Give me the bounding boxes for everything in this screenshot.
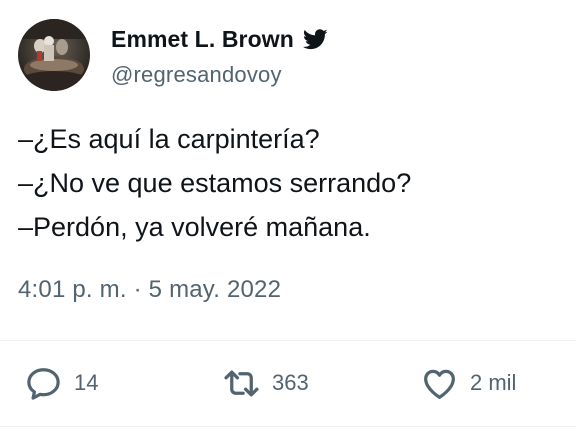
display-name-row: Emmet L. Brown	[111, 22, 328, 56]
tweet-text-line: –¿Es aquí la carpintería?	[18, 124, 320, 154]
display-name[interactable]: Emmet L. Brown	[111, 26, 294, 53]
reply-count: 14	[74, 370, 99, 395]
tweet-timestamp[interactable]: 4:01 p. m. · 5 may. 2022	[18, 276, 281, 304]
twitter-bird-icon	[302, 28, 328, 50]
reply-button[interactable]: 14	[24, 357, 98, 409]
tweet-card: Emmet L. Brown @regresandovoy –¿Es aquí …	[0, 0, 576, 429]
like-button[interactable]: 2 mil	[420, 357, 516, 409]
avatar-image	[18, 19, 90, 91]
retweet-icon	[222, 364, 261, 403]
author-names: Emmet L. Brown @regresandovoy	[111, 22, 328, 88]
avatar[interactable]	[18, 19, 90, 91]
tweet-text-line: –Perdón, ya volveré mañana.	[18, 212, 371, 242]
retweet-count: 363	[272, 370, 309, 395]
reply-icon	[24, 364, 63, 403]
tweet-header: Emmet L. Brown @regresandovoy	[18, 19, 328, 91]
tweet-text: –¿Es aquí la carpintería? –¿No ve que es…	[18, 117, 558, 249]
tweet-text-line: –¿No ve que estamos serrando?	[18, 168, 412, 198]
divider	[0, 340, 576, 341]
like-count: 2 mil	[470, 370, 517, 395]
divider	[0, 426, 576, 427]
tweet-actions-bar: 14 363 2 mil	[0, 357, 576, 409]
heart-icon	[420, 364, 459, 403]
username-handle[interactable]: @regresandovoy	[111, 62, 328, 88]
retweet-button[interactable]: 363	[222, 357, 309, 409]
